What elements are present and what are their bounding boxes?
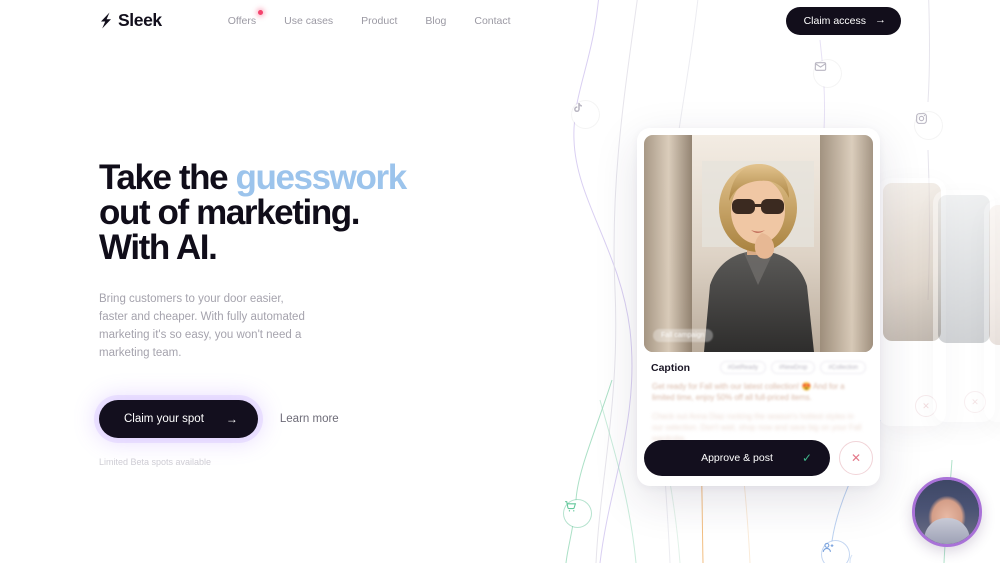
reject-button[interactable]: ✕ — [839, 441, 873, 475]
nav-label-use-cases: Use cases — [284, 14, 334, 27]
approve-label: Approve & post — [701, 452, 773, 464]
caption-label: Caption — [651, 361, 691, 374]
caption-paragraph-1: Get ready for Fall with our latest colle… — [652, 382, 845, 402]
headline-part1: Take the — [99, 158, 236, 197]
site-header: Sleek Offers Use cases Product Blog Cont… — [0, 0, 1000, 41]
mail-icon — [814, 60, 841, 87]
post-image: Fall campaign — [644, 135, 873, 352]
ghost-card-3: ✕ — [984, 200, 1000, 422]
post-card-stack: ✕ ✕ ✕ — [600, 110, 1000, 510]
nav-label-product: Product — [361, 14, 398, 27]
nav-label-blog: Blog — [425, 14, 447, 27]
claim-your-spot-button[interactable]: Claim your spot → — [99, 400, 258, 438]
campaign-chip: Fall campaign — [653, 329, 713, 342]
video-avatar[interactable] — [912, 477, 982, 547]
main-nav: Offers Use cases Product Blog Contact — [214, 9, 525, 31]
tiktok-icon — [572, 101, 599, 128]
post-image-content — [644, 135, 873, 352]
beta-availability-note: Limited Beta spots available — [99, 457, 212, 467]
hashtag-list: #GetReady #NewDrop #Collection — [719, 361, 866, 374]
hero-actions: Claim your spot → Learn more — [99, 400, 429, 438]
hashtag-chip: #Collection — [820, 361, 866, 374]
brand-name: Sleek — [118, 10, 162, 30]
nav-item-blog[interactable]: Blog — [411, 11, 460, 31]
claim-access-label: Claim access — [803, 14, 866, 27]
nav-item-offers[interactable]: Offers — [214, 9, 270, 31]
nav-item-product[interactable]: Product — [347, 11, 411, 31]
arrow-right-icon: → — [875, 14, 886, 26]
learn-more-link[interactable]: Learn more — [280, 413, 339, 425]
nav-label-contact: Contact — [474, 14, 511, 27]
lightning-bolt-icon — [101, 12, 111, 29]
headline-accent: guesswork — [235, 158, 408, 197]
offers-badge-dot — [258, 9, 264, 15]
approve-and-post-button[interactable]: Approve & post ✓ — [644, 440, 830, 476]
hashtag-chip: #GetReady — [719, 361, 766, 374]
add-user-icon — [822, 541, 849, 563]
check-icon: ✓ — [801, 451, 812, 465]
nav-label-offers: Offers — [227, 14, 257, 27]
video-avatar-frame — [915, 480, 979, 544]
brand-logo[interactable]: Sleek — [99, 10, 162, 31]
nav-item-contact[interactable]: Contact — [460, 11, 524, 31]
ghost-reject-icon: ✕ — [964, 391, 986, 413]
caption-body: Get ready for Fall with our latest colle… — [644, 374, 873, 444]
caption-header: Caption #GetReady #NewDrop #Collection — [644, 352, 873, 374]
arrow-right-icon: → — [225, 412, 238, 426]
hashtag-chip: #NewDrop — [770, 361, 816, 374]
claim-access-button[interactable]: Claim access → — [785, 6, 901, 35]
headline-part2: out of marketing. With AI. — [99, 193, 361, 267]
claim-your-spot-label: Claim your spot — [124, 413, 204, 425]
shopping-cart-icon — [564, 500, 591, 527]
hero-section: Take the guesswork out of marketing. Wit… — [99, 160, 429, 467]
post-preview-card: Fall campaign Caption #GetReady #NewDrop… — [637, 128, 880, 486]
page-title: Take the guesswork out of marketing. Wit… — [99, 160, 429, 265]
card-actions: Approve & post ✓ ✕ — [644, 440, 873, 476]
hero-subtext: Bring customers to your door easier, fas… — [99, 293, 305, 359]
nav-item-use-cases[interactable]: Use cases — [270, 11, 347, 31]
